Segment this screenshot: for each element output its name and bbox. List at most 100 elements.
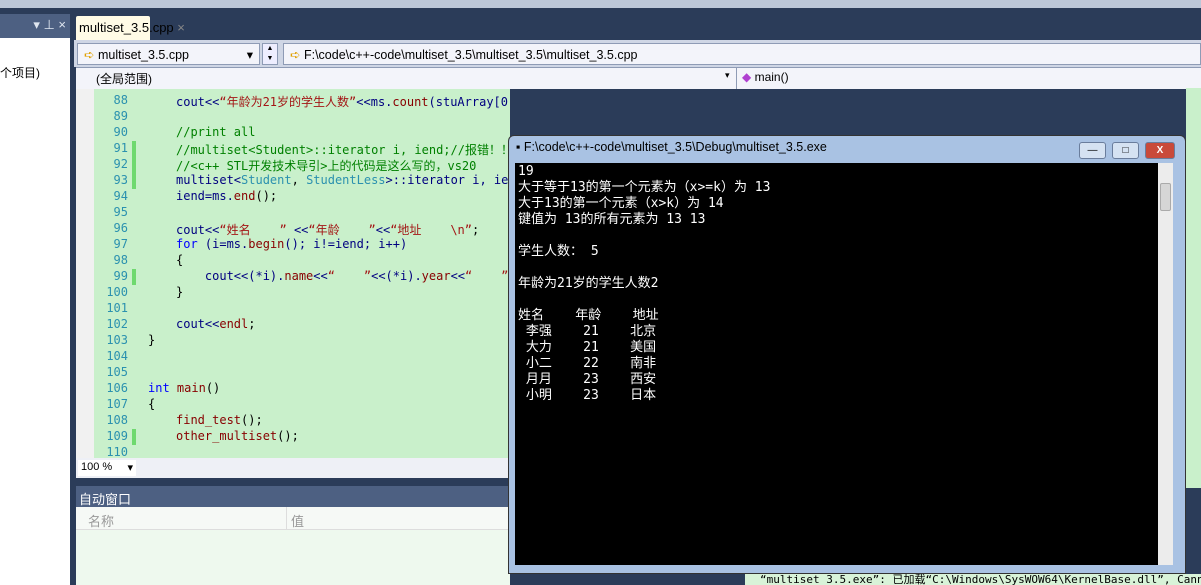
code-token: ; [472,223,480,237]
code-line: } [176,285,183,299]
chevron-down-icon: ▾ [127,462,133,474]
line-number: 91 [113,141,128,155]
scope-bar [76,67,1201,89]
code-line: //multiset<Student>::iterator i, iend;//… [176,141,510,158]
minimize-button[interactable]: — [1079,142,1106,159]
line-number: 93 [113,173,128,187]
tab-label: multiset_3.5.cpp [79,20,174,35]
arrow-icon: ➪ [84,48,95,62]
code-token: << [375,223,391,237]
member-value: main() [754,70,789,84]
code-line: cout<<endl; [176,317,256,331]
line-number: 88 [113,93,128,107]
code-line: other_multiset(); [176,429,299,443]
close-button[interactable]: X [1145,142,1175,159]
code-token: “年龄为21岁的学生人数” [219,95,357,109]
code-line: find_test(); [176,413,263,427]
code-token: cout<< [176,95,220,109]
code-token: iend=ms. [176,189,234,203]
code-token: int [148,381,170,395]
panel-header-controls[interactable]: ▾ ⊥ × [0,14,70,38]
solution-item[interactable]: 个项目) [0,64,40,81]
code-line: //<c++ STL开发技术导引>上的代码是这么写的，vs20 [176,157,476,174]
path-combo[interactable]: ➪ F:\code\c++-code\multiset_3.5\multiset… [283,43,1201,65]
toolbar [0,0,1201,8]
code-token: end [233,189,256,203]
line-number: 98 [113,253,128,267]
code-token: //multiset<Student>::iterator i, iend;//… [176,143,510,157]
code-token: //<c++ STL开发技术导引>上的代码是这么写的，vs20 [176,159,477,173]
split-spinner[interactable]: ▲ ▼ [262,43,278,65]
code-line: for (i=ms.begin(); i!=iend; i++) [176,237,407,251]
solution-explorer-panel [0,14,70,585]
code-line: } [148,333,155,347]
code-line: multiset<Student, StudentLess>::iterator… [176,173,510,187]
code-token: << [293,223,309,237]
code-line: { [176,253,183,267]
code-token: , [291,173,307,187]
code-token: year [421,269,451,283]
code-line: int main() [148,381,220,395]
code-token: >::iterator i, iend [385,173,510,187]
code-line: cout<<“姓名 ” <<“年龄 ”<<“地址 \n”; [176,221,479,238]
code-token: <<ms. [356,95,393,109]
code-token: name [284,269,314,283]
chevron-down-icon: ▾ [246,48,253,62]
code-token: for [176,237,198,251]
column-name[interactable]: 名称 [88,511,114,530]
code-token: main [176,381,206,395]
code-token: “地址 \n” [390,223,473,237]
line-number: 108 [106,413,128,427]
code-line: //print all [176,125,255,139]
code-token: () [205,381,221,395]
line-number: 110 [106,445,128,458]
member-combo[interactable]: ◆ main() [742,70,789,84]
code-token: (stuArray[0])<< [428,95,510,109]
code-line: cout<<“年龄为21岁的学生人数”<<ms.count(stuArray[0… [176,93,510,110]
change-marker [132,173,136,189]
console-scrollbar[interactable] [1158,163,1173,565]
close-icon[interactable]: × [177,20,185,35]
code-token: } [176,285,184,299]
line-number: 109 [106,429,128,443]
line-number: 104 [106,349,128,363]
code-token: <<(*i). [371,269,422,283]
code-token: cout<< [176,317,220,331]
change-marker [132,141,136,157]
line-number: 100 [106,285,128,299]
zoom-select[interactable]: 100 % ▾ [78,460,136,476]
line-number: 99 [113,269,128,283]
line-number: 96 [113,221,128,235]
code-editor[interactable]: 88 cout<<“年龄为21岁的学生人数”<<ms.count(stuArray… [76,89,510,458]
code-token: //print all [176,125,256,139]
code-token: } [148,333,156,347]
console-title-text: F:\code\c++-code\multiset_3.5\Debug\mult… [523,140,827,154]
tab-multiset-cpp[interactable]: multiset_3.5.cpp × [76,16,185,40]
change-marker [132,157,136,173]
line-number: 92 [113,157,128,171]
code-line: { [148,397,155,411]
chevron-down-icon[interactable]: ▾ [725,70,730,81]
code-line: iend=ms.end(); [176,189,277,203]
code-token: StudentLess [306,173,386,187]
arrow-icon: ➪ [290,48,301,62]
editor-background [1186,88,1201,488]
scope-combo[interactable]: (全局范围) [96,70,152,87]
line-number: 94 [113,189,128,203]
code-token: other_multiset [176,429,278,443]
code-line: cout<<(*i).name<<“ ”<<(*i).year<<“ ”<< [176,269,510,283]
code-token: { [148,397,156,411]
code-token: count [392,95,429,109]
code-token: begin [248,237,285,251]
file-combo[interactable]: ➪ multiset_3.5.cpp ▾ [77,43,260,65]
scroll-thumb[interactable] [1160,183,1171,211]
line-number: 97 [113,237,128,251]
code-token: “年龄 ” [308,223,376,237]
code-token: “ ” [327,269,372,283]
code-token: multiset< [176,173,242,187]
maximize-button[interactable]: □ [1112,142,1139,159]
console-icon: ▪ [516,140,521,154]
zoom-value: 100 % [81,461,113,473]
column-value[interactable]: 值 [291,511,304,530]
